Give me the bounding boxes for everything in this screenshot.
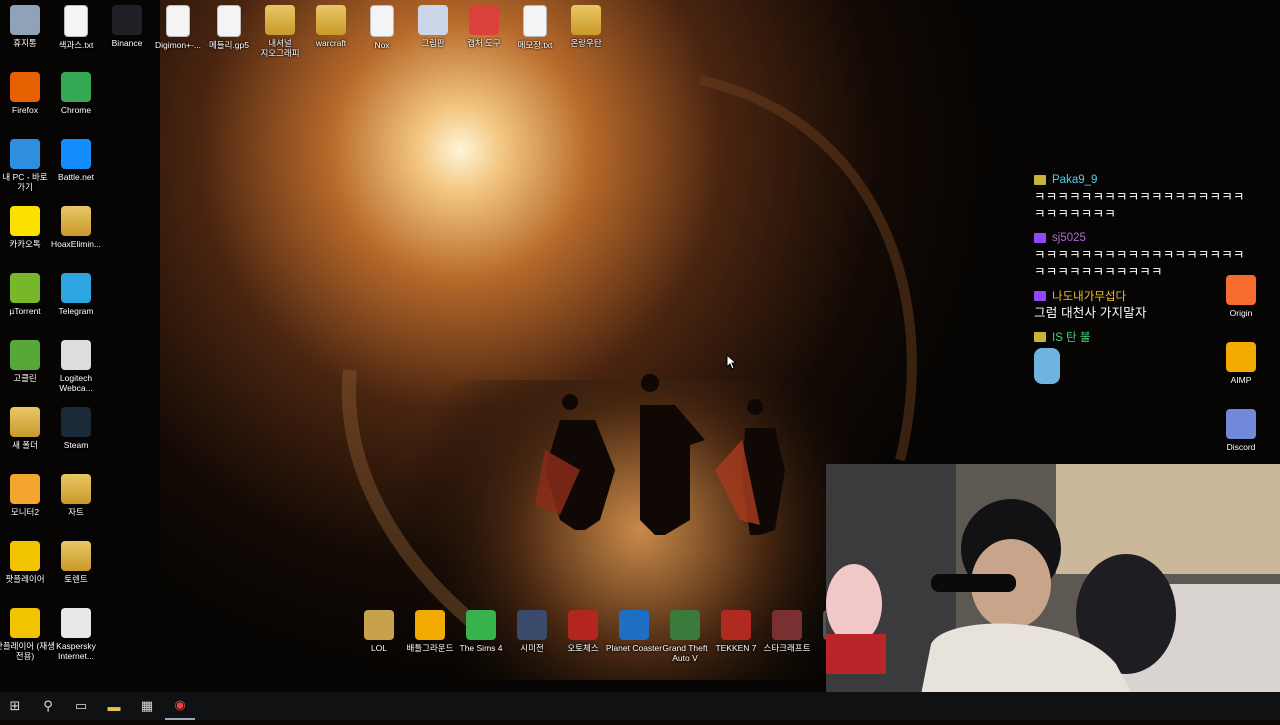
desktop-icon-folder[interactable]: 자트: [46, 474, 106, 517]
firefox-icon: [10, 72, 40, 102]
starcraft-icon: [772, 610, 802, 640]
potplayer-icon: [10, 541, 40, 571]
desktop-icon-folder[interactable]: HoaxElimin...: [46, 206, 106, 249]
folder-icon: [61, 206, 91, 236]
chat-username: Paka9_9: [1052, 174, 1098, 186]
twitch-badge-icon: [1034, 233, 1046, 243]
calculator-icon[interactable]: ▦: [132, 692, 162, 720]
tekken-icon: [721, 610, 751, 640]
gta-icon: [670, 610, 700, 640]
pc-icon: [10, 139, 40, 169]
chat-username: IS 탄 불: [1052, 332, 1091, 344]
desktop-icon-chrome[interactable]: Chrome: [46, 72, 106, 115]
pubg-icon: [415, 610, 445, 640]
game-cover-icon: [517, 610, 547, 640]
chrome-taskbar-icon[interactable]: ◉: [165, 692, 195, 720]
chat-message: 그럼 대천사 가지말자: [1034, 306, 1147, 320]
desktop-icon-folder[interactable]: 온랑우탄: [556, 5, 616, 48]
folder-icon: [61, 541, 91, 571]
webcam-icon: [61, 340, 91, 370]
planet-coaster-icon: [619, 610, 649, 640]
youtube-chat-badge-icon: [1034, 175, 1046, 185]
desktop-icon-kaspersky[interactable]: Kaspersky Internet...: [46, 608, 106, 661]
kaspersky-icon: [61, 608, 91, 638]
steam-icon: [61, 407, 91, 437]
desktop-icon-battlenet[interactable]: Battle.net: [46, 139, 106, 182]
desktop-icon-discord[interactable]: Discord: [1211, 409, 1271, 452]
battlenet-icon: [61, 139, 91, 169]
desktop-icon-label: 온랑우탄: [570, 38, 602, 48]
twitch-badge-icon: [1034, 291, 1046, 301]
snipping-tool-icon: [469, 5, 499, 35]
chat-username-row: IS 탄 불: [1034, 328, 1249, 346]
chat-sticker-icon: [1034, 348, 1060, 384]
desktop-icon-label: Discord: [1226, 442, 1256, 452]
video-file-icon: [166, 5, 190, 37]
desktop-icon-label: Telegram: [58, 306, 94, 316]
kakaotalk-icon: [10, 206, 40, 236]
webcam-overlay: [826, 464, 1280, 720]
file-explorer-icon[interactable]: ▬: [99, 692, 129, 720]
sims-icon: [466, 610, 496, 640]
desktop-icon-steam[interactable]: Steam: [46, 407, 106, 450]
lol-icon: [364, 610, 394, 640]
folder-icon: [316, 5, 346, 35]
blank-file-icon: [370, 5, 394, 37]
desktop-icon-label: 자트: [68, 507, 84, 517]
desktop-icon-telegram[interactable]: Telegram: [46, 273, 106, 316]
start-icon[interactable]: ⊞: [0, 692, 30, 720]
mouse-cursor: [726, 354, 738, 370]
chrome-icon: [61, 72, 91, 102]
youtube-chat-badge-icon: [1034, 332, 1046, 342]
folder-icon: [10, 407, 40, 437]
chat-username-row: Paka9_9: [1034, 171, 1249, 189]
folder-icon: [571, 5, 601, 35]
chat-message: ㅋㅋㅋㅋㅋㅋㅋㅋㅋㅋㅋㅋㅋㅋㅋㅋㅋㅋㅋㅋㅋㅋㅋㅋㅋ: [1034, 190, 1245, 221]
folder-icon: [265, 5, 295, 35]
stream-chat-overlay: Paka9_9 ㅋㅋㅋㅋㅋㅋㅋㅋㅋㅋㅋㅋㅋㅋㅋㅋㅋㅋㅋㅋㅋㅋㅋㅋㅋ sj5025 ㅋㅋ…: [1034, 165, 1249, 384]
dota-icon: [568, 610, 598, 640]
monitor2-icon: [10, 474, 40, 504]
paint-icon: [418, 5, 448, 35]
desktop-icon-label: HoaxElimin...: [50, 239, 102, 249]
desktop-icon-label: Logitech Webca...: [59, 373, 93, 393]
desktop-icon-label: Steam: [63, 440, 89, 450]
webcam-feed: [826, 464, 1280, 720]
recycle-bin-icon: [10, 5, 40, 35]
utorrent-icon: [10, 273, 40, 303]
text-file-icon: [523, 5, 547, 37]
text-file-icon: [64, 5, 88, 37]
chat-username-row: sj5025: [1034, 229, 1249, 247]
discord-icon: [1226, 409, 1256, 439]
binance-icon: [112, 5, 142, 35]
telegram-icon: [61, 273, 91, 303]
chat-username-row: 나도내가무섭다: [1034, 287, 1249, 305]
task-view-icon[interactable]: ▭: [66, 692, 96, 720]
potplayer-icon: [10, 608, 40, 638]
chat-username: 나도내가무섭다: [1052, 291, 1127, 303]
goclean-icon: [10, 340, 40, 370]
taskbar: ⊞ ⚲ ▭ ▬ ▦ ◉: [0, 692, 1280, 720]
desktop-icon-label: Chrome: [60, 105, 92, 115]
video-file-icon: [217, 5, 241, 37]
search-icon[interactable]: ⚲: [33, 692, 63, 720]
desktop-icon-label: Battle.net: [58, 172, 94, 182]
desktop-icon-label: Kaspersky Internet...: [56, 641, 96, 661]
desktop-icon-webcam[interactable]: Logitech Webca...: [46, 340, 106, 393]
desktop-icon-label: 토렌트: [64, 574, 88, 584]
desktop-icon-folder[interactable]: 토렌트: [46, 541, 106, 584]
chat-message: ㅋㅋㅋㅋㅋㅋㅋㅋㅋㅋㅋㅋㅋㅋㅋㅋㅋㅋㅋㅋㅋㅋㅋㅋㅋㅋㅋㅋㅋ: [1034, 248, 1245, 279]
folder-icon: [61, 474, 91, 504]
chat-username: sj5025: [1052, 232, 1086, 244]
